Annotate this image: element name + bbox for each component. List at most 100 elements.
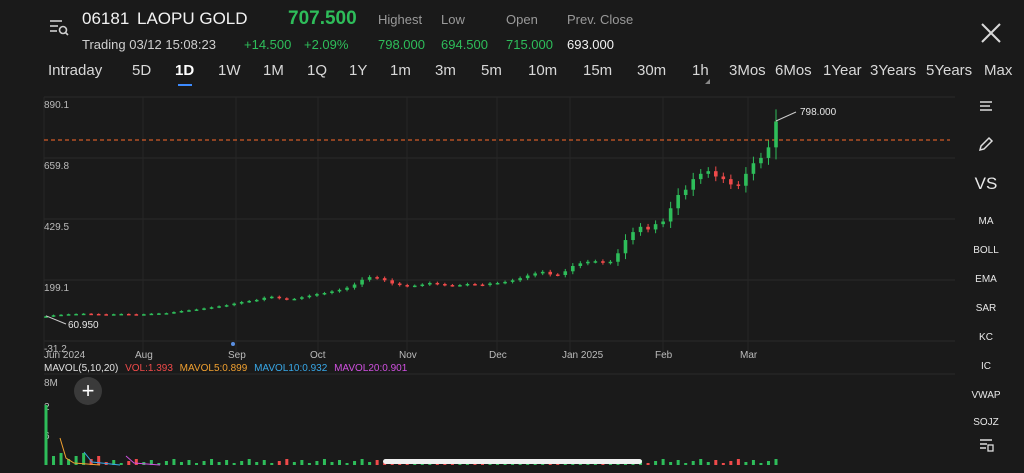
candle-body [691,179,696,190]
indicator-vwap[interactable]: VWAP [960,390,1012,401]
candle-body [149,313,154,316]
candle-body [759,157,763,164]
candle-body [217,306,221,308]
volume-bar [345,463,349,465]
volume-bar [646,463,650,465]
candle-body [367,277,372,280]
tab-5years[interactable]: 5Years [926,62,972,79]
tab-1w[interactable]: 1W [218,62,241,79]
indicator-sojz[interactable]: SOJZ [960,417,1012,428]
candle-body [729,179,733,185]
candle-body [510,280,515,282]
volume-legend-mavol5: MAVOL5:0.899 [179,363,248,374]
low-annotation: 60.950 [68,320,99,331]
volume-bar [751,460,755,465]
volume-bar [368,462,372,465]
chart-scrollbar[interactable] [383,459,642,464]
mavol20-line [125,455,161,466]
candle-body [563,271,568,276]
add-indicator-button[interactable]: + [74,377,102,405]
tab-6mos[interactable]: 6Mos [775,62,812,79]
tab-1q[interactable]: 1Q [307,62,327,79]
low-leader [45,315,67,325]
candlesticks [44,109,797,325]
candle-body [518,278,522,281]
volume-bar [97,456,101,465]
high-annotation: 798.000 [800,107,837,118]
volume-bar [255,462,259,465]
candle-body [571,265,575,272]
volume-bar [127,461,131,465]
volume-bar [225,460,229,465]
volume-bar [353,461,357,465]
x-tick-label: Jun 2024 [44,350,86,361]
candle-body [66,314,71,316]
volume-bar [270,463,274,465]
candle-body [653,224,658,230]
indicator-kc[interactable]: KC [960,332,1012,343]
indicator-ic[interactable]: IC [960,361,1012,372]
tab-1y[interactable]: 1Y [349,62,367,79]
candle-body [277,296,282,299]
x-tick-label: Mar [740,350,758,361]
tab-5d[interactable]: 5D [132,62,151,79]
list-icon[interactable] [960,98,1012,121]
pencil-icon[interactable] [960,135,1012,158]
tab-max[interactable]: Max [984,62,1012,79]
menu-search-icon[interactable] [48,16,70,38]
tab-intraday[interactable]: Intraday [48,62,102,79]
tab-15min[interactable]: 15m [583,62,612,79]
tab-30min[interactable]: 30m [637,62,666,79]
tab-10min[interactable]: 10m [528,62,557,79]
volume-bar [661,459,665,465]
candle-body [375,277,379,279]
stock-code: 06181 [82,9,130,28]
tab-3mos[interactable]: 3Mos [729,62,766,79]
candle-body [119,313,124,316]
volume-legend: MAVOL(5,10,20) VOL:1.393 MAVOL5:0.899 MA… [44,363,411,374]
tab-1h[interactable]: 1h [692,62,709,79]
candle-body [397,283,402,286]
candle-body [390,280,394,284]
price-chart[interactable]: 890.1659.8429.5199.1-31.2Jun 2024 Aug Sep O… [0,88,960,473]
candle-body [172,312,176,314]
layers-menu-icon[interactable] [960,436,1012,459]
candle-body [721,176,726,180]
candle-body [435,282,440,285]
volume-legend-mavol20: MAVOL20:0.901 [334,363,408,374]
candle-body [601,261,605,263]
candle-body [533,273,537,276]
candle-body [593,261,598,263]
candle-body [706,171,711,174]
y-tick-label: 890.1 [44,100,69,111]
volume-bar [52,456,56,465]
candle-body [540,271,545,274]
candle-body [450,285,455,287]
candle-body [224,305,229,307]
indicator-boll[interactable]: BOLL [960,245,1012,256]
volume-bar [375,460,379,465]
candle-body [81,313,86,316]
tab-1d[interactable]: 1D [175,62,194,79]
candle-body [157,313,161,315]
indicator-sar[interactable]: SAR [960,303,1012,314]
x-tick-label: Jan 2025 [562,350,604,361]
last-price: 707.500 [288,8,357,29]
tab-1min[interactable]: 1m [390,62,411,79]
indicator-ma[interactable]: MA [960,216,1012,227]
volume-bar [202,461,206,465]
compare-vs-button[interactable]: VS [960,174,1012,194]
close-icon[interactable] [978,20,1004,46]
indicator-ema[interactable]: EMA [960,274,1012,285]
candle-body [555,274,560,276]
tab-5min[interactable]: 5m [481,62,502,79]
tab-1m-month[interactable]: 1M [263,62,284,79]
candle-body [488,283,492,286]
tab-3years[interactable]: 3Years [870,62,916,79]
volume-bar [307,463,311,465]
volume-bar [300,460,304,465]
volume-bar [240,461,244,465]
tab-1year[interactable]: 1Year [823,62,862,79]
tab-3min[interactable]: 3m [435,62,456,79]
volume-bar [338,460,342,465]
